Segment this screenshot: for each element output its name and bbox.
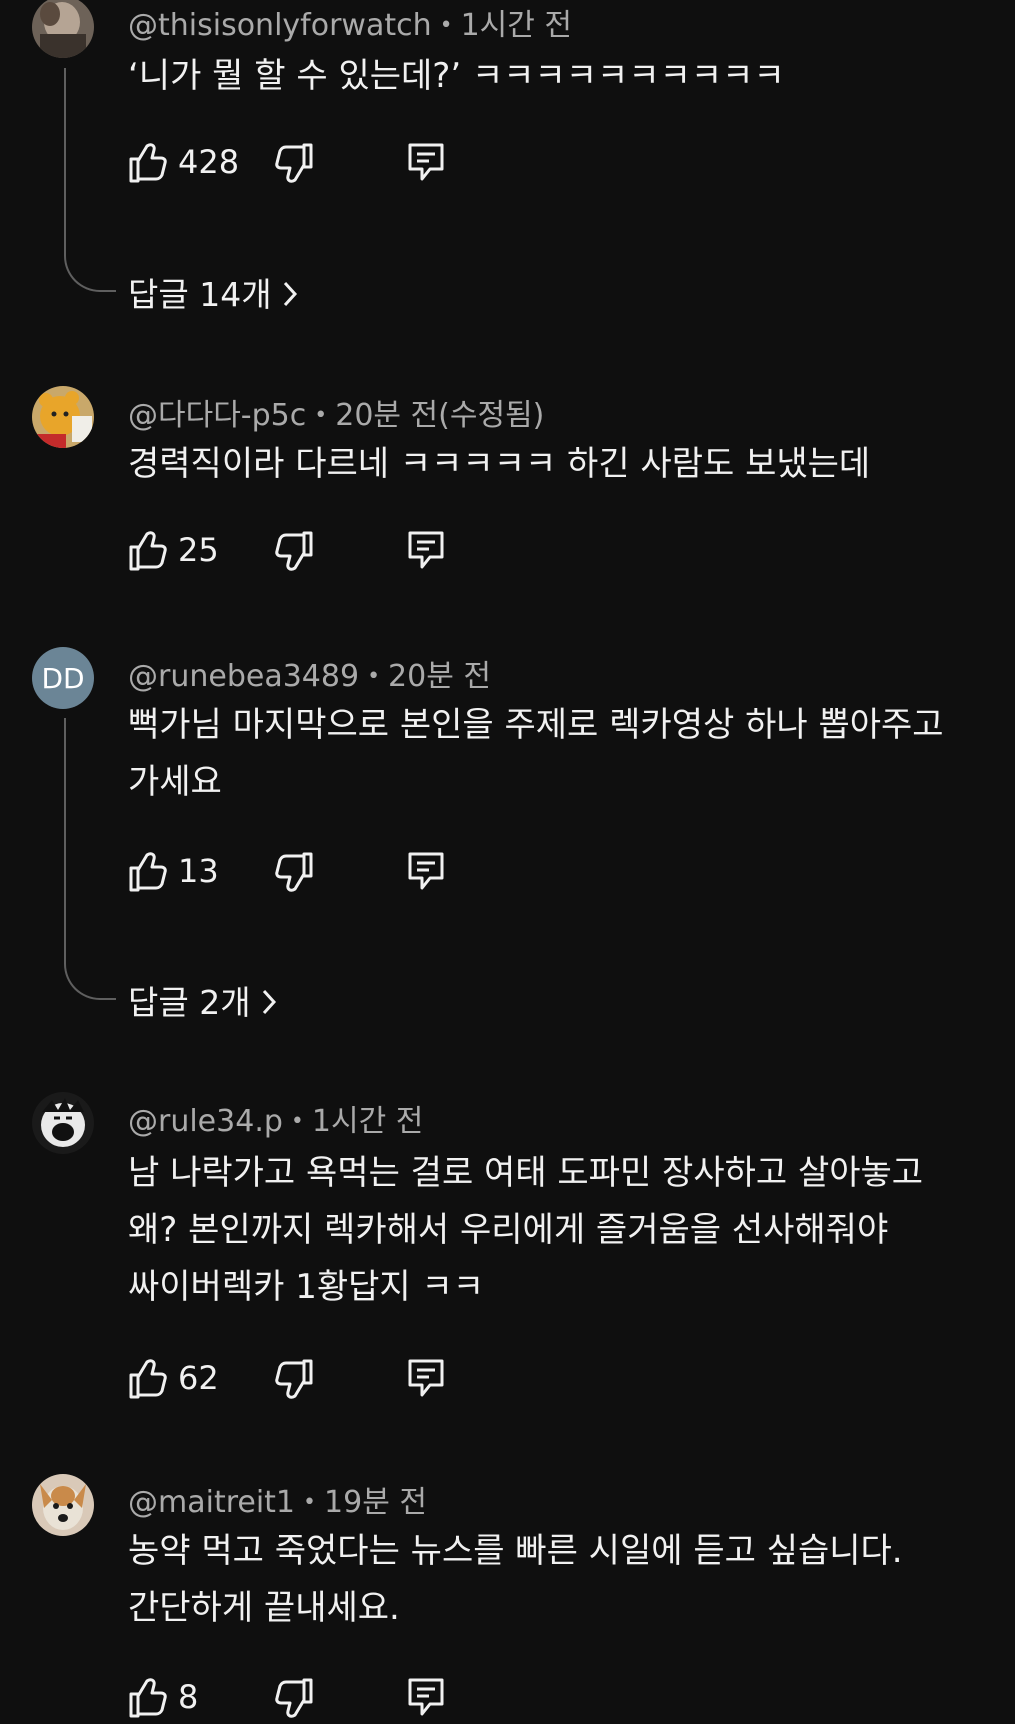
comment-line: 간단하게 끝내세요. [128,1588,400,1628]
reply-comment-icon [408,1359,444,1397]
dislike-button[interactable] [274,1357,314,1401]
comment-time[interactable]: 1시간 전 [461,8,572,43]
comment-line: 남 나락가고 욕먹는 걸로 여태 도파민 장사하고 살아놓고 [128,1153,924,1193]
dislike-button[interactable] [274,141,314,185]
comment-text: 농약 먹고 죽었다는 뉴스를 빠른 시일에 듣고 싶습니다. 간단하게 끝내세요… [128,1523,1008,1637]
reply-comment-icon [408,143,444,181]
separator-dot: • [367,664,381,689]
comment-time[interactable]: 1시간 전 [312,1104,423,1139]
cartoon-bear-avatar [32,386,94,448]
thumbs-up-icon [129,852,167,892]
comment-meta: @rule34.p • 1시간 전 [128,1096,423,1140]
like-count: 8 [178,1678,199,1716]
separator-dot: • [303,1490,317,1515]
author-handle[interactable]: @thisisonlyforwatch [128,8,432,43]
avatar[interactable] [32,0,94,58]
like-count: 62 [178,1359,219,1397]
comment-actions: 13 [128,850,448,898]
like-button[interactable] [128,850,168,894]
comment-actions: 8 [128,1676,448,1724]
reply-button[interactable] [406,1676,446,1720]
comment-line: 싸이버렉카 1황답지 ㅋㅋ [128,1267,485,1307]
comment-actions: 428 [128,141,448,189]
reply-button[interactable] [406,1357,446,1401]
like-button[interactable] [128,1357,168,1401]
comment-time[interactable]: 20분 전(수정됨) [335,398,544,433]
comment-meta: @maitreit1 • 19분 전 [128,1477,427,1521]
thumbs-down-icon [275,531,313,571]
like-button[interactable] [128,529,168,573]
chevron-right-icon [261,985,277,1024]
dislike-button[interactable] [274,1676,314,1720]
comment-meta: @thisisonlyforwatch • 1시간 전 [128,0,572,44]
avatar[interactable] [32,1474,94,1536]
reply-comment-icon [408,852,444,890]
dislike-button[interactable] [274,850,314,894]
separator-dot: • [314,403,328,428]
comment-meta: @runebea3489 • 20분 전 [128,651,491,695]
comment-line: 왜? 본인까지 렉카해서 우리에게 즐거움을 선사해줘야 [128,1210,889,1250]
comment-time[interactable]: 20분 전 [388,659,491,694]
reply-button[interactable] [406,850,446,894]
dislike-button[interactable] [274,529,314,573]
like-count: 13 [178,852,219,890]
author-handle[interactable]: @runebea3489 [128,659,359,694]
avatar[interactable] [32,1092,94,1154]
thumbs-up-icon [129,531,167,571]
comment-line: ‘니가 뭘 할 수 있는데?’ ㅋㅋㅋㅋㅋㅋㅋㅋㅋㅋ [128,56,785,96]
reply-comment-icon [408,531,444,569]
comment-actions: 25 [128,529,448,577]
thumbs-down-icon [275,143,313,183]
replies-count-label: 답글 2개 [128,983,251,1022]
dog-avatar [32,1474,94,1536]
thumbs-down-icon [275,1678,313,1718]
replies-count-label: 답글 14개 [128,275,272,314]
thread-line [64,718,116,1000]
like-button[interactable] [128,141,168,185]
view-replies-link[interactable]: 답글 2개 [128,976,277,1024]
thumbs-up-icon [129,1678,167,1718]
manga-face-avatar [32,1092,94,1154]
thumbs-up-icon [129,143,167,183]
author-handle[interactable]: @rule34.p [128,1104,283,1139]
author-handle[interactable]: @다다다-p5c [128,398,306,433]
thread-line [64,68,116,292]
comment-line: 뻑가님 마지막으로 본인을 주제로 렉카영상 하나 뽑아주고 [128,705,944,745]
chevron-right-icon [282,277,298,316]
comment-actions: 62 [128,1357,448,1405]
user-photo-avatar [32,0,94,58]
thumbs-up-icon [129,1359,167,1399]
thumbs-down-icon [275,1359,313,1399]
view-replies-link[interactable]: 답글 14개 [128,268,298,316]
reply-button[interactable] [406,529,446,573]
reply-comment-icon [408,1678,444,1716]
comment-text: 뻑가님 마지막으로 본인을 주제로 렉카영상 하나 뽑아주고 가세요 [128,697,1008,811]
comment-line: 가세요 [128,762,222,802]
separator-dot: • [290,1109,304,1134]
comment-text: ‘니가 뭘 할 수 있는데?’ ㅋㅋㅋㅋㅋㅋㅋㅋㅋㅋ [128,48,1008,105]
comment-line: 경력직이라 다르네 ㅋㅋㅋㅋㅋ 하긴 사람도 보냈는데 [128,444,871,484]
avatar-initials: DD [41,661,85,695]
comment-time[interactable]: 19분 전 [324,1485,427,1520]
comment-line: 농약 먹고 죽었다는 뉴스를 빠른 시일에 듣고 싶습니다. [128,1531,903,1571]
thumbs-down-icon [275,852,313,892]
avatar[interactable]: DD [32,647,94,709]
comment-text: 경력직이라 다르네 ㅋㅋㅋㅋㅋ 하긴 사람도 보냈는데 [128,436,1008,493]
comment-meta: @다다다-p5c • 20분 전(수정됨) [128,390,544,434]
like-button[interactable] [128,1676,168,1720]
avatar[interactable] [32,386,94,448]
like-count: 25 [178,531,219,569]
reply-button[interactable] [406,141,446,185]
like-count: 428 [178,143,240,181]
comment-text: 남 나락가고 욕먹는 걸로 여태 도파민 장사하고 살아놓고 왜? 본인까지 렉… [128,1145,1008,1316]
author-handle[interactable]: @maitreit1 [128,1485,295,1520]
separator-dot: • [439,13,453,38]
